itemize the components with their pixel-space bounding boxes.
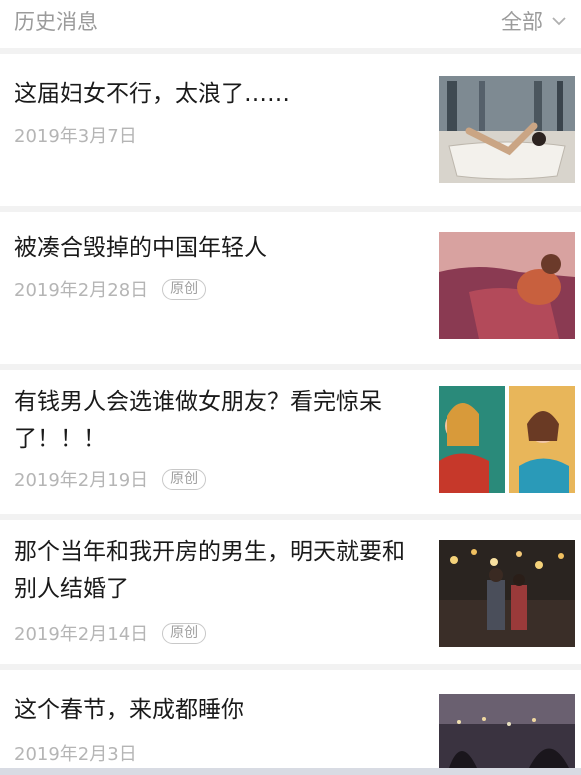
article-item[interactable]: 这个春节，来成都睡你 2019年2月3日 (0, 670, 581, 768)
article-title: 被凑合毁掉的中国年轻人 (14, 235, 267, 261)
original-badge: 原创 (162, 622, 207, 644)
article-date: 2019年2月3日 (14, 744, 137, 765)
article-date: 2019年3月7日 (14, 126, 137, 147)
chevron-down-icon (552, 17, 566, 26)
man-on-couch-illustration (439, 232, 575, 339)
filter-label: 全部 (501, 10, 543, 34)
original-badge: 原创 (162, 468, 207, 490)
original-badge: 原创 (162, 278, 207, 300)
article-item[interactable]: 有钱男人会选谁做女朋友？看完惊呆了！！！ 2019年2月19日 原创 (0, 370, 581, 514)
filter-dropdown[interactable]: 全部 (501, 6, 569, 36)
history-title: 历史消息 (14, 10, 98, 34)
article-title: 那个当年和我开房的男生，明天就要和别人结婚了 (14, 539, 405, 602)
two-women-illustration (439, 386, 575, 493)
woman-in-bathtub-image (439, 76, 575, 183)
article-title: 这个春节，来成都睡你 (14, 697, 244, 723)
article-title: 这届妇女不行，太浪了…… (14, 81, 290, 107)
article-date: 2019年2月19日 (14, 470, 149, 491)
article-item[interactable]: 这届妇女不行，太浪了…… 2019年3月7日 (0, 54, 581, 206)
couple-street-lights-photo (439, 540, 575, 647)
article-item[interactable]: 那个当年和我开房的男生，明天就要和别人结婚了 2019年2月14日 原创 (0, 520, 581, 664)
city-night-photo (439, 694, 575, 768)
article-date: 2019年2月14日 (14, 624, 149, 645)
article-date: 2019年2月28日 (14, 280, 149, 301)
article-title: 有钱男人会选谁做女朋友？看完惊呆了！！！ (14, 389, 382, 452)
article-item[interactable]: 被凑合毁掉的中国年轻人 2019年2月28日 原创 (0, 212, 581, 364)
history-header: 历史消息 全部 (0, 0, 581, 54)
bottom-bar (0, 768, 581, 775)
